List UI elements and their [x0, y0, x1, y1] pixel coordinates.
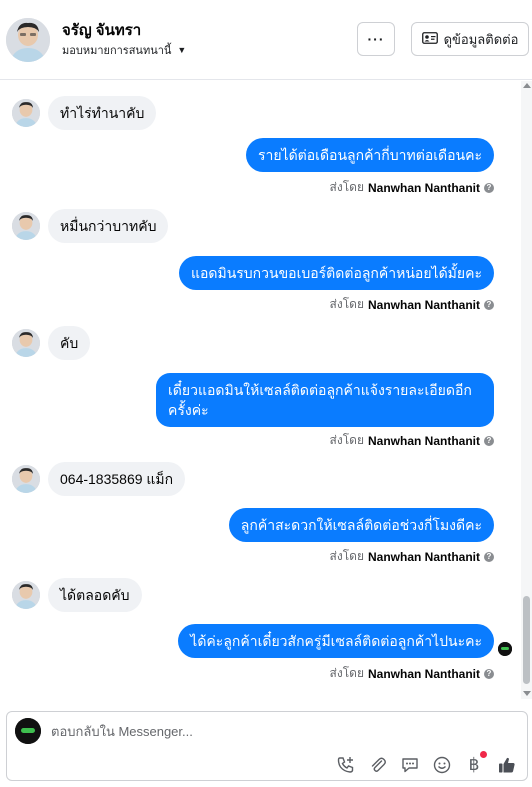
contact-avatar[interactable]	[6, 18, 50, 62]
info-icon[interactable]: ?	[484, 299, 494, 310]
incoming-message: ได้ตลอดคับ	[12, 578, 142, 612]
message-bubble[interactable]: หมื่นกว่าบาทคับ	[48, 209, 169, 243]
notification-dot	[480, 751, 487, 758]
sent-by-line: ส่งโดย Nanwhan Nanthanit ?	[330, 431, 494, 450]
contact-card-icon	[421, 31, 438, 47]
message-bubble[interactable]: 064-1835869 แม็ก	[48, 462, 186, 496]
sender-name: Nanwhan Nanthanit	[367, 180, 480, 195]
contact-avatar-small[interactable]	[12, 581, 40, 609]
message-bubble[interactable]: ได้ตลอดคับ	[48, 578, 142, 612]
message-bubble[interactable]: คับ	[48, 326, 91, 360]
add-call-icon[interactable]	[335, 754, 357, 776]
incoming-message: ทำไร่ทำนาคับ	[12, 96, 157, 130]
page-avatar	[15, 718, 41, 744]
message-bubble[interactable]: ทำไร่ทำนาคับ	[48, 96, 157, 130]
sent-by-prefix: ส่งโดย	[329, 433, 364, 447]
reply-input[interactable]	[51, 724, 351, 739]
assign-conversation-dropdown[interactable]: มอบหมายการสนทนานี้ ▼	[62, 41, 186, 59]
sent-by-prefix: ส่งโดย	[329, 297, 364, 311]
sent-by-line: ส่งโดย Nanwhan Nanthanit ?	[330, 664, 494, 683]
saved-reply-icon[interactable]	[399, 754, 421, 776]
sent-by-line: ส่งโดย Nanwhan Nanthanit ?	[330, 178, 494, 197]
sent-by-prefix: ส่งโดย	[329, 180, 364, 194]
info-icon[interactable]: ?	[484, 551, 494, 562]
message-bubble-outgoing[interactable]: แอดมินรบกวนขอเบอร์ติดต่อลูกค้าหน่อยได้มั…	[178, 256, 494, 290]
contact-avatar-small[interactable]	[12, 212, 40, 240]
emoji-icon[interactable]	[431, 754, 453, 776]
scroll-down-arrow-icon[interactable]	[523, 691, 531, 696]
baht-icon[interactable]: ฿	[463, 751, 487, 776]
reply-composer: ฿	[6, 711, 528, 781]
message-bubble-outgoing[interactable]: รายได้ต่อเดือนลูกค้ากี่บาทต่อเดือนคะ	[245, 138, 494, 172]
sent-by-prefix: ส่งโดย	[329, 549, 364, 563]
more-icon: ···	[367, 31, 385, 47]
caret-down-icon: ▼	[177, 45, 187, 55]
sent-by-line: ส่งโดย Nanwhan Nanthanit ?	[330, 295, 494, 314]
view-contact-button[interactable]: ดูข้อมูลติดต่อ	[411, 22, 529, 56]
message-bubble-outgoing[interactable]: เดี๋ยวแอดมินให้เซลล์ติดต่อลูกค้าแจ้งรายล…	[156, 373, 494, 427]
chat-scrollbar[interactable]	[521, 81, 532, 699]
contact-avatar-small[interactable]	[12, 329, 40, 357]
sender-name: Nanwhan Nanthanit	[367, 297, 480, 312]
contact-avatar-small[interactable]	[12, 99, 40, 127]
message-bubble-outgoing[interactable]: ลูกค้าสะดวกให้เซลล์ติดต่อช่วงกี่โมงดีคะ	[228, 508, 494, 542]
scroll-up-arrow-icon[interactable]	[523, 83, 531, 88]
info-icon[interactable]: ?	[484, 182, 494, 193]
seen-indicator-avatar	[498, 642, 512, 656]
more-options-button[interactable]: ···	[357, 22, 395, 56]
sent-by-line: ส่งโดย Nanwhan Nanthanit ?	[330, 547, 494, 566]
message-bubble-outgoing[interactable]: ได้ค่ะลูกค้าเดี๋ยวสักครู่มีเซลล์ติดต่อลู…	[178, 624, 494, 658]
contact-name: จรัญ จันทรา	[62, 22, 142, 39]
incoming-message: 064-1835869 แม็ก	[12, 462, 186, 496]
contact-avatar-small[interactable]	[12, 465, 40, 493]
info-icon[interactable]: ?	[484, 668, 494, 679]
sender-name: Nanwhan Nanthanit	[367, 666, 480, 681]
assign-label: มอบหมายการสนทนานี้	[62, 45, 172, 57]
incoming-message: คับ	[12, 326, 91, 360]
info-icon[interactable]: ?	[484, 435, 494, 446]
sender-name: Nanwhan Nanthanit	[367, 433, 480, 448]
thumbs-up-icon[interactable]	[496, 754, 518, 776]
sender-name: Nanwhan Nanthanit	[367, 549, 480, 564]
conversation-header: จรัญ จันทรา มอบหมายการสนทนานี้ ▼ ··· ดูข…	[0, 0, 532, 80]
incoming-message: หมื่นกว่าบาทคับ	[12, 209, 169, 243]
view-contact-label: ดูข้อมูลติดต่อ	[443, 31, 519, 47]
attach-icon[interactable]	[367, 754, 389, 776]
scrollbar-thumb[interactable]	[523, 596, 530, 684]
message-thread: ทำไร่ทำนาคับ รายได้ต่อเดือนลูกค้ากี่บาทต…	[0, 81, 520, 699]
sent-by-prefix: ส่งโดย	[329, 666, 364, 680]
